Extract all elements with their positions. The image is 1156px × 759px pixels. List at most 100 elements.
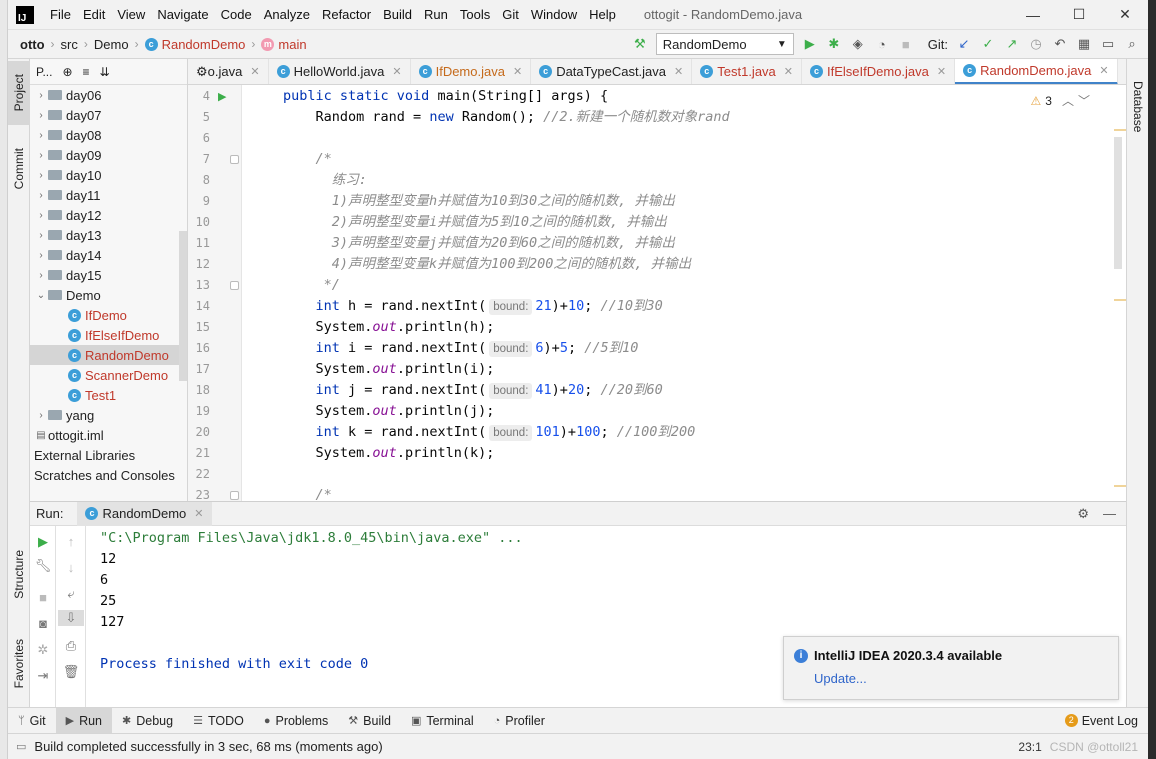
trash-icon[interactable]: 🗑︎: [58, 664, 84, 680]
warning-stripe[interactable]: [1114, 129, 1126, 131]
breadcrumb-demo[interactable]: Demo: [94, 37, 129, 52]
profiler-tool-button[interactable]: ◔ Profiler: [484, 708, 555, 734]
close-icon[interactable]: ✕: [674, 65, 683, 78]
tree-item[interactable]: › day11: [30, 185, 187, 205]
rerun-icon[interactable]: ▶: [30, 534, 56, 550]
close-icon[interactable]: ✕: [392, 65, 401, 78]
wrench-icon[interactable]: 🔧︎: [30, 558, 56, 574]
chevron-right-icon[interactable]: ›: [34, 270, 48, 281]
minimize-icon[interactable]: —: [1103, 506, 1116, 522]
menu-help[interactable]: Help: [583, 7, 622, 22]
warning-stripe[interactable]: [1114, 485, 1126, 487]
tree-item[interactable]: c Test1: [30, 385, 187, 405]
rollback-icon[interactable]: ↶: [1052, 36, 1068, 52]
login-icon[interactable]: ⇥: [30, 668, 56, 684]
tree-item[interactable]: › day15: [30, 265, 187, 285]
collapse-all-icon[interactable]: ⇊: [100, 65, 110, 79]
tree-item[interactable]: › day06: [30, 85, 187, 105]
tree-item[interactable]: › day08: [30, 125, 187, 145]
project-scrollbar[interactable]: [179, 231, 187, 381]
editor-tab[interactable]: c IfDemo.java ✕: [411, 59, 532, 84]
status-toggle-icon[interactable]: ▭: [16, 740, 26, 753]
debug-tool-button[interactable]: ✱ Debug: [112, 708, 183, 734]
chevron-right-icon[interactable]: ›: [34, 230, 48, 241]
run-gutter-icon[interactable]: ▶: [218, 90, 226, 103]
terminal-tool-button[interactable]: ▣ Terminal: [401, 708, 484, 734]
breadcrumb-class[interactable]: RandomDemo: [162, 37, 246, 52]
tree-item[interactable]: c IfElseIfDemo: [30, 325, 187, 345]
run-tab[interactable]: c RandomDemo ✕: [77, 501, 212, 526]
tree-item[interactable]: ⌄ Demo: [30, 285, 187, 305]
print-icon[interactable]: ⎙: [58, 638, 84, 654]
breadcrumb-project[interactable]: otto: [20, 37, 45, 52]
stop-icon[interactable]: ■: [30, 590, 56, 605]
editor-tab[interactable]: c DataTypeCast.java ✕: [531, 59, 693, 84]
close-button[interactable]: ✕: [1102, 0, 1148, 30]
profile-icon[interactable]: ◔: [874, 36, 890, 52]
settings-icon[interactable]: ✲: [30, 642, 56, 658]
hammer-icon[interactable]: ⚒: [632, 36, 648, 52]
favorites-tool-tab[interactable]: Favorites: [8, 627, 30, 701]
structure-tool-tab[interactable]: Structure: [8, 539, 30, 609]
code-editor[interactable]: 4 5 6 7 8 9 10 11 12 13 14 15 16 17 18 19 20 21 22 23 ▶ ⚠ 3 …: [188, 85, 1126, 501]
locate-icon[interactable]: ⊕: [62, 65, 72, 79]
menu-view[interactable]: View: [111, 7, 151, 22]
run-tool-button[interactable]: ▶ Run: [55, 707, 112, 734]
close-icon[interactable]: ✕: [250, 65, 259, 78]
menu-file[interactable]: File: [44, 7, 77, 22]
commit-tool-tab[interactable]: Commit: [8, 139, 30, 199]
close-icon[interactable]: ✕: [194, 507, 203, 520]
editor-tab[interactable]: c Test1.java ✕: [692, 59, 803, 84]
chevron-down-icon[interactable]: ⌄: [34, 290, 48, 301]
fold-icon[interactable]: [230, 281, 239, 290]
search-icon[interactable]: ⌕: [1124, 36, 1140, 52]
fold-icon[interactable]: [230, 491, 239, 500]
presentation-icon[interactable]: ▭: [1100, 36, 1116, 52]
gear-icon[interactable]: ⚙: [1077, 506, 1089, 522]
tree-item[interactable]: › day12: [30, 205, 187, 225]
run-icon[interactable]: ▶: [802, 36, 818, 52]
git-tool-button[interactable]: ᛘ Git: [8, 708, 56, 734]
camera-icon[interactable]: ◙: [30, 616, 56, 631]
chevron-down-icon[interactable]: ﹀: [1078, 92, 1090, 109]
git-update-icon[interactable]: ↙: [956, 36, 972, 52]
database-tool-tab[interactable]: Database: [1127, 67, 1149, 147]
git-push-icon[interactable]: ↗: [1004, 36, 1020, 52]
menu-tools[interactable]: Tools: [454, 7, 496, 22]
minimize-button[interactable]: —: [1010, 0, 1056, 30]
menu-window[interactable]: Window: [525, 7, 583, 22]
breadcrumb-method[interactable]: main: [278, 37, 306, 52]
todo-tool-button[interactable]: ☰ TODO: [183, 708, 254, 734]
breadcrumb-src[interactable]: src: [61, 37, 78, 52]
problems-tool-button[interactable]: ● Problems: [254, 708, 338, 734]
chevron-right-icon[interactable]: ›: [34, 410, 48, 421]
tree-item[interactable]: › day07: [30, 105, 187, 125]
caret-position[interactable]: 23:1: [1018, 740, 1041, 754]
menu-run[interactable]: Run: [418, 7, 454, 22]
close-icon[interactable]: ✕: [513, 65, 522, 78]
inspection-widget[interactable]: ⚠ 3 ︿ ﹀: [1031, 92, 1090, 109]
project-tool-tab[interactable]: Project: [8, 61, 30, 125]
tree-item[interactable]: › day10: [30, 165, 187, 185]
coverage-icon[interactable]: ◈: [850, 36, 866, 52]
chevron-right-icon[interactable]: ›: [34, 90, 48, 101]
arrow-down-icon[interactable]: ↓: [58, 560, 84, 575]
scroll-to-end-icon[interactable]: ⇩: [58, 610, 84, 626]
tree-item[interactable]: › day13: [30, 225, 187, 245]
warning-stripe[interactable]: [1114, 299, 1126, 301]
editor-scrollbar[interactable]: [1114, 137, 1122, 269]
arrow-up-icon[interactable]: ↑: [58, 534, 84, 549]
editor-tab[interactable]: c: [1118, 59, 1126, 84]
soft-wrap-icon[interactable]: ⤶: [58, 586, 84, 602]
menu-git[interactable]: Git: [496, 7, 525, 22]
build-tool-button[interactable]: ⚒ Build: [338, 708, 401, 734]
menu-analyze[interactable]: Analyze: [258, 7, 316, 22]
update-link[interactable]: Update...: [814, 671, 867, 686]
maximize-button[interactable]: ☐: [1056, 0, 1102, 30]
editor-tab[interactable]: c RandomDemo.java ✕: [955, 59, 1118, 84]
editor-tab[interactable]: ⚙ o.java ✕: [188, 59, 269, 84]
tree-item[interactable]: › yang: [30, 405, 187, 425]
history-icon[interactable]: ◷: [1028, 36, 1044, 52]
tree-item[interactable]: › day14: [30, 245, 187, 265]
chevron-up-icon[interactable]: ︿: [1062, 92, 1074, 109]
